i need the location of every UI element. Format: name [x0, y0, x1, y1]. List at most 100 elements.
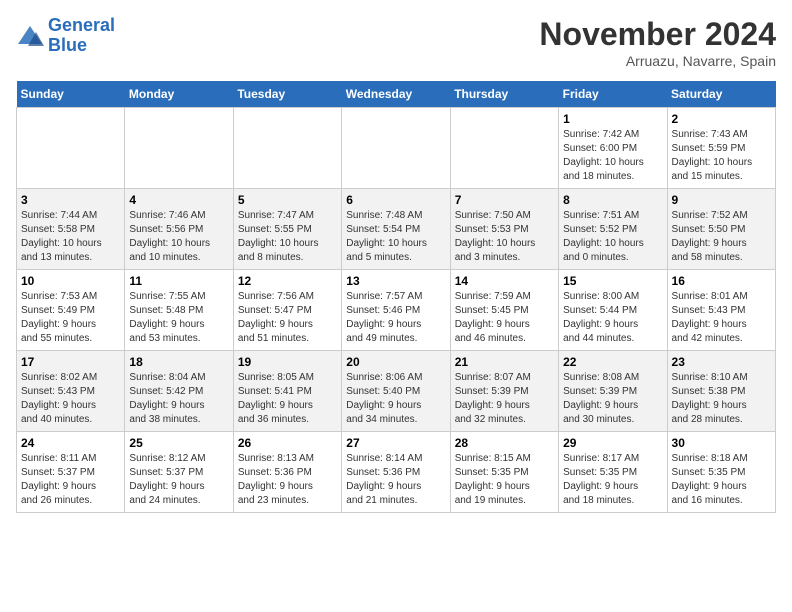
weekday-header-monday: Monday — [125, 81, 233, 108]
week-row-2: 3 Sunrise: 7:44 AM Sunset: 5:58 PM Daylig… — [17, 189, 776, 270]
day-info: Sunrise: 7:43 AM Sunset: 5:59 PM Dayligh… — [672, 128, 771, 184]
calendar-cell: 5 Sunrise: 7:47 AM Sunset: 5:55 PM Daylig… — [233, 189, 341, 270]
day-number: 18 — [129, 355, 228, 369]
day-number: 19 — [238, 355, 337, 369]
logo-text: General Blue — [48, 16, 115, 56]
weekday-header-wednesday: Wednesday — [342, 81, 450, 108]
calendar-cell: 26 Sunrise: 8:13 AM Sunset: 5:36 PM Dayli… — [233, 432, 341, 513]
calendar-cell: 15 Sunrise: 8:00 AM Sunset: 5:44 PM Dayli… — [559, 270, 667, 351]
calendar-cell — [450, 108, 558, 189]
day-info: Sunrise: 8:11 AM Sunset: 5:37 PM Dayligh… — [21, 452, 120, 508]
day-info: Sunrise: 8:06 AM Sunset: 5:40 PM Dayligh… — [346, 371, 445, 427]
calendar-cell: 11 Sunrise: 7:55 AM Sunset: 5:48 PM Dayli… — [125, 270, 233, 351]
calendar-cell: 7 Sunrise: 7:50 AM Sunset: 5:53 PM Daylig… — [450, 189, 558, 270]
day-info: Sunrise: 7:57 AM Sunset: 5:46 PM Dayligh… — [346, 290, 445, 346]
day-info: Sunrise: 8:00 AM Sunset: 5:44 PM Dayligh… — [563, 290, 662, 346]
calendar-cell: 29Sunrise: 8:17 AM Sunset: 5:35 PM Dayli… — [559, 432, 667, 513]
calendar-cell: 21Sunrise: 8:07 AM Sunset: 5:39 PM Dayli… — [450, 351, 558, 432]
day-info: Sunrise: 7:51 AM Sunset: 5:52 PM Dayligh… — [563, 209, 662, 265]
day-info: Sunrise: 7:52 AM Sunset: 5:50 PM Dayligh… — [672, 209, 771, 265]
calendar-cell: 28 Sunrise: 8:15 AM Sunset: 5:35 PM Dayli… — [450, 432, 558, 513]
day-number: 4 — [129, 193, 228, 207]
calendar-cell: 30Sunrise: 8:18 AM Sunset: 5:35 PM Dayli… — [667, 432, 775, 513]
calendar-cell — [17, 108, 125, 189]
calendar-cell — [125, 108, 233, 189]
week-row-4: 17Sunrise: 8:02 AM Sunset: 5:43 PM Dayli… — [17, 351, 776, 432]
day-number: 26 — [238, 436, 337, 450]
day-info: Sunrise: 8:04 AM Sunset: 5:42 PM Dayligh… — [129, 371, 228, 427]
calendar-cell: 17Sunrise: 8:02 AM Sunset: 5:43 PM Dayli… — [17, 351, 125, 432]
calendar-cell: 2 Sunrise: 7:43 AM Sunset: 5:59 PM Daylig… — [667, 108, 775, 189]
logo-line1: General — [48, 15, 115, 35]
day-info: Sunrise: 8:01 AM Sunset: 5:43 PM Dayligh… — [672, 290, 771, 346]
calendar-cell: 24 Sunrise: 8:11 AM Sunset: 5:37 PM Dayli… — [17, 432, 125, 513]
day-info: Sunrise: 7:53 AM Sunset: 5:49 PM Dayligh… — [21, 290, 120, 346]
calendar-cell: 25 Sunrise: 8:12 AM Sunset: 5:37 PM Dayli… — [125, 432, 233, 513]
day-info: Sunrise: 8:12 AM Sunset: 5:37 PM Dayligh… — [129, 452, 228, 508]
calendar-cell: 4 Sunrise: 7:46 AM Sunset: 5:56 PM Daylig… — [125, 189, 233, 270]
day-number: 15 — [563, 274, 662, 288]
day-info: Sunrise: 7:48 AM Sunset: 5:54 PM Dayligh… — [346, 209, 445, 265]
logo: General Blue — [16, 16, 115, 56]
weekday-header-saturday: Saturday — [667, 81, 775, 108]
day-info: Sunrise: 7:56 AM Sunset: 5:47 PM Dayligh… — [238, 290, 337, 346]
day-number: 8 — [563, 193, 662, 207]
logo-icon — [16, 24, 44, 48]
day-info: Sunrise: 7:44 AM Sunset: 5:58 PM Dayligh… — [21, 209, 120, 265]
calendar-cell: 18 Sunrise: 8:04 AM Sunset: 5:42 PM Dayli… — [125, 351, 233, 432]
header: General Blue November 2024 Arruazu, Nava… — [16, 16, 776, 69]
calendar-cell: 6 Sunrise: 7:48 AM Sunset: 5:54 PM Daylig… — [342, 189, 450, 270]
day-info: Sunrise: 8:13 AM Sunset: 5:36 PM Dayligh… — [238, 452, 337, 508]
week-row-1: 1Sunrise: 7:42 AM Sunset: 6:00 PM Daylig… — [17, 108, 776, 189]
day-info: Sunrise: 8:10 AM Sunset: 5:38 PM Dayligh… — [672, 371, 771, 427]
calendar-cell: 9 Sunrise: 7:52 AM Sunset: 5:50 PM Daylig… — [667, 189, 775, 270]
day-info: Sunrise: 7:47 AM Sunset: 5:55 PM Dayligh… — [238, 209, 337, 265]
day-info: Sunrise: 8:15 AM Sunset: 5:35 PM Dayligh… — [455, 452, 554, 508]
day-number: 30 — [672, 436, 771, 450]
day-number: 28 — [455, 436, 554, 450]
day-number: 16 — [672, 274, 771, 288]
day-number: 7 — [455, 193, 554, 207]
day-info: Sunrise: 7:55 AM Sunset: 5:48 PM Dayligh… — [129, 290, 228, 346]
day-number: 2 — [672, 112, 771, 126]
weekday-header-row: SundayMondayTuesdayWednesdayThursdayFrid… — [17, 81, 776, 108]
week-row-3: 10Sunrise: 7:53 AM Sunset: 5:49 PM Dayli… — [17, 270, 776, 351]
day-number: 22 — [563, 355, 662, 369]
day-number: 20 — [346, 355, 445, 369]
calendar-cell: 13 Sunrise: 7:57 AM Sunset: 5:46 PM Dayli… — [342, 270, 450, 351]
calendar-cell: 23Sunrise: 8:10 AM Sunset: 5:38 PM Dayli… — [667, 351, 775, 432]
day-number: 17 — [21, 355, 120, 369]
calendar-cell: 8 Sunrise: 7:51 AM Sunset: 5:52 PM Daylig… — [559, 189, 667, 270]
day-info: Sunrise: 7:42 AM Sunset: 6:00 PM Dayligh… — [563, 128, 662, 184]
calendar-cell: 10Sunrise: 7:53 AM Sunset: 5:49 PM Dayli… — [17, 270, 125, 351]
day-number: 24 — [21, 436, 120, 450]
day-number: 3 — [21, 193, 120, 207]
calendar-cell: 12 Sunrise: 7:56 AM Sunset: 5:47 PM Dayli… — [233, 270, 341, 351]
calendar-cell — [233, 108, 341, 189]
logo-line2: Blue — [48, 35, 87, 55]
calendar-cell: 3 Sunrise: 7:44 AM Sunset: 5:58 PM Daylig… — [17, 189, 125, 270]
calendar-cell: 22Sunrise: 8:08 AM Sunset: 5:39 PM Dayli… — [559, 351, 667, 432]
day-number: 25 — [129, 436, 228, 450]
calendar-cell: 1Sunrise: 7:42 AM Sunset: 6:00 PM Daylig… — [559, 108, 667, 189]
month-title: November 2024 — [539, 16, 776, 53]
day-number: 11 — [129, 274, 228, 288]
day-number: 5 — [238, 193, 337, 207]
day-number: 6 — [346, 193, 445, 207]
week-row-5: 24 Sunrise: 8:11 AM Sunset: 5:37 PM Dayli… — [17, 432, 776, 513]
calendar-cell — [342, 108, 450, 189]
calendar-table: SundayMondayTuesdayWednesdayThursdayFrid… — [16, 81, 776, 513]
weekday-header-tuesday: Tuesday — [233, 81, 341, 108]
day-number: 13 — [346, 274, 445, 288]
weekday-header-friday: Friday — [559, 81, 667, 108]
day-number: 9 — [672, 193, 771, 207]
location: Arruazu, Navarre, Spain — [539, 53, 776, 69]
calendar-cell: 16 Sunrise: 8:01 AM Sunset: 5:43 PM Dayli… — [667, 270, 775, 351]
day-number: 27 — [346, 436, 445, 450]
day-info: Sunrise: 7:50 AM Sunset: 5:53 PM Dayligh… — [455, 209, 554, 265]
day-info: Sunrise: 7:46 AM Sunset: 5:56 PM Dayligh… — [129, 209, 228, 265]
title-block: November 2024 Arruazu, Navarre, Spain — [539, 16, 776, 69]
calendar-cell: 14Sunrise: 7:59 AM Sunset: 5:45 PM Dayli… — [450, 270, 558, 351]
day-number: 12 — [238, 274, 337, 288]
calendar-cell: 20 Sunrise: 8:06 AM Sunset: 5:40 PM Dayli… — [342, 351, 450, 432]
